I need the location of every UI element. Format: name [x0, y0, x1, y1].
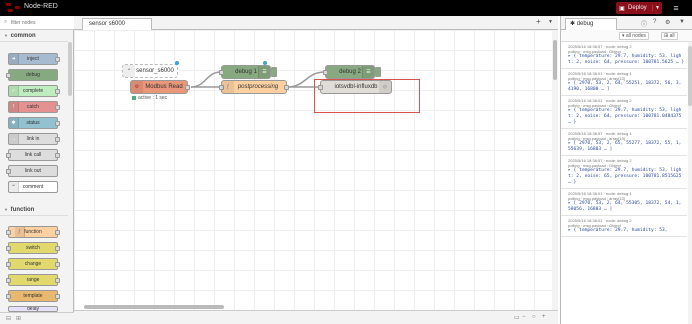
sidebar-menu-icon[interactable]: ▼ — [679, 19, 685, 25]
palette-node-status[interactable]: ✱ status — [8, 117, 60, 129]
changed-indicator — [263, 61, 267, 65]
flow-node-debug-2[interactable]: debug 2 ☰ — [323, 65, 381, 79]
collapse-all-icon[interactable]: ⊟ — [6, 315, 11, 322]
palette-scrollbar[interactable] — [68, 42, 72, 96]
function-icon: ƒ — [222, 81, 234, 93]
sidebar-scrollbar[interactable] — [688, 42, 692, 324]
wire-modbus-debug1 — [190, 71, 222, 88]
main-menu-icon[interactable]: ≡ — [668, 2, 684, 14]
palette-node-catch[interactable]: ! catch — [8, 101, 60, 113]
add-tab-icon[interactable]: + — [536, 17, 541, 26]
palette-node-link-in[interactable]: → link in — [8, 133, 60, 145]
inject-icon: ➜ — [9, 54, 19, 64]
tab-list-icon[interactable]: ▼ — [548, 19, 553, 25]
status-dot-icon — [132, 96, 136, 100]
palette-search: ⌕ — [0, 16, 74, 30]
workspace-tabs: sensor s6000 + ▼ — [74, 16, 558, 30]
canvas-vertical-scrollbar[interactable] — [552, 30, 558, 310]
modbus-icon: ⚙ — [131, 81, 143, 93]
debug-toolbar: ▾ all nodes ⊞ all — [561, 30, 692, 42]
debug-toggle-button[interactable] — [375, 67, 381, 77]
app-title: Node-RED — [24, 3, 58, 10]
search-icon: ⌕ — [4, 19, 8, 25]
palette-node-link-call[interactable]: link call — [6, 149, 60, 161]
flow-node-sensor-comment[interactable]: ❝ sensor_s6000 — [122, 64, 178, 78]
node-red-logo-icon — [6, 3, 20, 12]
palette-filter-input[interactable] — [11, 18, 69, 28]
header-bar: Node-RED ▣ Deploy ▼ ≡ — [0, 0, 692, 16]
debug-sidebar: ✱ debug ⓘ ? ⚙ ▼ ▾ all nodes ⊞ all 2025/5… — [560, 16, 692, 324]
deploy-options-icon[interactable]: ▼ — [652, 5, 662, 11]
debug-list-icon: ☰ — [258, 66, 270, 78]
workspace-footer: − ○ + ▭ — [74, 310, 558, 324]
category-common[interactable]: ▼ common — [0, 30, 68, 42]
config-icon[interactable]: ⚙ — [665, 19, 670, 26]
debug-message[interactable]: 2025/5/16 18:36:57 · node: debug 2 polli… — [561, 156, 687, 189]
palette-node-link-out[interactable]: link out — [6, 165, 58, 177]
palette-node-function[interactable]: ƒ function — [6, 226, 60, 238]
zoom-reset-icon[interactable]: ○ — [532, 314, 536, 320]
palette-node-change[interactable]: change — [6, 258, 60, 270]
comment-icon: ❝ — [9, 182, 19, 192]
highlight-box — [314, 79, 420, 113]
help-icon[interactable]: ? — [653, 19, 656, 25]
info-icon[interactable]: ⓘ — [641, 19, 647, 28]
palette-node-comment[interactable]: ❝ comment — [8, 181, 58, 193]
flow-node-modbus-read[interactable]: ⚙ Modbus Read — [130, 80, 190, 94]
zoom-in-icon[interactable]: + — [542, 314, 546, 320]
deploy-label: Deploy — [628, 5, 647, 11]
debug-message[interactable]: 2025/5/16 18:36:57 · node: debug 2 polli… — [561, 42, 687, 69]
deploy-icon: ▣ — [619, 5, 625, 12]
link-icon: → — [9, 134, 19, 144]
bug-icon: ✱ — [570, 21, 577, 27]
function-icon: ƒ — [15, 227, 25, 237]
debug-list-icon: ☰ — [362, 66, 374, 78]
chevron-down-icon: ▼ — [4, 33, 8, 38]
comment-icon: ❝ — [123, 65, 135, 77]
debug-message[interactable]: 2025/5/16 18:36:57 · node: debug 1 polli… — [561, 129, 687, 156]
palette-node-switch[interactable]: switch — [6, 242, 60, 254]
zoom-out-icon[interactable]: − — [522, 314, 526, 320]
chevron-down-icon: ▼ — [4, 207, 8, 212]
modbus-status: active : 1 sec — [132, 95, 167, 101]
debug-message[interactable]: 2025/5/16 18:36:01 · node: debug 2 polli… — [561, 96, 687, 129]
flow-node-debug-1[interactable]: debug 1 ☰ — [219, 65, 277, 79]
debug-message[interactable]: 2025/5/16 18:36:01 · node: debug 1 polli… — [561, 69, 687, 96]
palette-node-debug[interactable]: debug — [6, 69, 58, 81]
palette-node-inject[interactable]: ➜ inject — [8, 53, 60, 65]
filter-nodes-button[interactable]: ▾ all nodes — [619, 32, 649, 40]
expand-all-icon[interactable]: ⊞ — [16, 315, 21, 322]
palette-node-range[interactable]: range — [6, 274, 60, 286]
palette-footer: ⊟ ⊞ — [0, 312, 74, 324]
debug-toggle-button[interactable] — [271, 67, 277, 77]
palette-node-template[interactable]: template — [6, 290, 60, 302]
debug-messages: 2025/5/16 18:36:57 · node: debug 2 polli… — [561, 42, 687, 324]
debug-message[interactable]: 2025/5/16 18:36:01 · node: debug 1 polli… — [561, 189, 687, 216]
deploy-button[interactable]: ▣ Deploy ▼ — [616, 2, 662, 14]
navigator-icon[interactable]: ▭ — [514, 314, 520, 321]
warning-icon: ! — [9, 102, 19, 112]
check-icon: ✓ — [9, 86, 19, 96]
palette-node-complete[interactable]: ✓ complete — [8, 85, 60, 97]
flow-canvas[interactable]: ❝ sensor_s6000 ⚙ Modbus Read active : 1 … — [74, 30, 552, 310]
changed-indicator — [175, 61, 179, 65]
flow-node-postprocessing[interactable]: ƒ postprocessing — [219, 80, 289, 94]
node-palette: ⌕ ▼ common ➜ inject debug ✓ complete ! c… — [0, 16, 74, 324]
tab-sensor-s6000[interactable]: sensor s6000 — [82, 18, 152, 30]
category-function[interactable]: ▼ function — [0, 204, 68, 216]
sidebar-tabs: ✱ debug ⓘ ? ⚙ ▼ — [561, 16, 692, 30]
tab-debug[interactable]: ✱ debug — [565, 18, 617, 30]
debug-message[interactable]: 2025/5/16 18:36:01 · node: debug 2 polli… — [561, 216, 687, 237]
status-icon: ✱ — [9, 118, 19, 128]
clear-filter-button[interactable]: ⊞ all — [661, 32, 678, 40]
